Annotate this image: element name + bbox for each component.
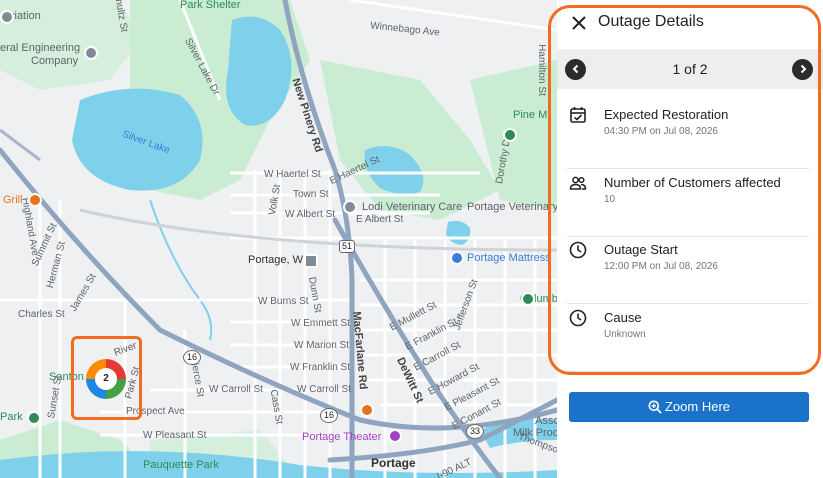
calendar-check-icon (570, 107, 586, 123)
map-label-portage-mattress: Portage Mattress (467, 252, 551, 264)
map-label-town-st: Town St (293, 189, 329, 200)
map-label-haertel: W Haertel St (264, 169, 321, 180)
outage-pager: 1 of 2 (557, 49, 823, 89)
detail-outage-start: Outage Start 12:00 PM on Jul 08, 2026 (567, 237, 809, 304)
zoom-here-label: Zoom Here (664, 399, 731, 414)
restaurant-pin-icon[interactable] (360, 403, 374, 417)
detail-value: Unknown (604, 329, 646, 340)
outage-cluster-marker[interactable]: 2 (86, 359, 126, 399)
restaurant-pin-icon[interactable] (28, 193, 42, 207)
poi-pin-icon[interactable] (0, 10, 14, 24)
shopping-pin-icon[interactable] (450, 251, 464, 265)
map-label-hamilton: Hamilton St (535, 44, 547, 96)
park-pin-icon[interactable] (27, 411, 41, 425)
zoom-here-button[interactable]: Zoom Here (569, 392, 809, 422)
map-label-engineering: eral Engineering (0, 42, 81, 54)
detail-label: Number of Customers affected (604, 175, 781, 190)
highway-shield-16: 16 (183, 350, 202, 365)
outage-details-panel: Outage Details 1 of 2 Expected Restorati… (548, 0, 823, 478)
detail-customers-affected: Number of Customers affected 10 (567, 170, 809, 237)
map-label-carroll-2: W Carroll St (297, 384, 351, 395)
outage-cluster-count: 2 (95, 368, 117, 390)
map-label-charles: Charles St (18, 309, 65, 320)
chevron-right-icon (800, 64, 806, 74)
clock-icon (569, 241, 587, 259)
transit-pin-icon[interactable] (304, 254, 318, 268)
detail-label: Cause (604, 310, 642, 325)
map-label-asso: Asso (535, 415, 557, 427)
panel-header: Outage Details (557, 0, 823, 48)
theater-pin-icon[interactable] (388, 429, 402, 443)
highway-shield-33: 33 (466, 424, 485, 439)
park-pin-icon[interactable] (521, 292, 535, 306)
map-label-park: Park (0, 411, 23, 423)
detail-value: 12:00 PM on Jul 08, 2026 (604, 261, 718, 272)
detail-label: Expected Restoration (604, 107, 729, 122)
map[interactable]: viation eral Engineering Company Schultz… (0, 0, 557, 478)
map-label-portage-vet: Portage Veterinary (467, 201, 557, 213)
next-outage-button[interactable] (792, 59, 813, 80)
panel-title: Outage Details (598, 13, 704, 30)
poi-pin-icon[interactable] (84, 46, 98, 60)
map-label-emmett: W Emmett St (291, 318, 350, 329)
map-label-pauquette: Pauquette Park (143, 459, 219, 471)
map-label-burns: W Burns St (258, 296, 309, 307)
map-label-portage-theater: Portage Theater (302, 431, 382, 443)
highway-shield-51: 51 (339, 240, 356, 253)
detail-label: Outage Start (604, 242, 678, 257)
map-label-lodi-vet: Lodi Veterinary Care (362, 201, 463, 213)
clock-icon (569, 309, 587, 327)
map-label-portage: Portage (371, 456, 416, 470)
map-label-franklin: W Franklin St (290, 362, 351, 373)
map-label-company: Company (31, 55, 79, 67)
detail-value: 04:30 PM on Jul 08, 2026 (604, 126, 718, 137)
zoom-in-icon (648, 400, 662, 414)
map-label-portage-wi: Portage, WI (248, 254, 307, 266)
highway-shield-16b: 16 (320, 408, 339, 423)
map-label-marion: W Marion St (294, 340, 350, 351)
map-label-w-pleasant: W Pleasant St (143, 430, 207, 441)
detail-cause: Cause Unknown (567, 305, 809, 372)
map-label-albert: W Albert St (285, 209, 336, 220)
map-label-carroll: W Carroll St (209, 384, 263, 395)
poi-pin-icon[interactable] (343, 200, 357, 214)
detail-expected-restoration: Expected Restoration 04:30 PM on Jul 08,… (567, 102, 809, 169)
people-icon (569, 176, 587, 190)
map-label-pine-m: Pine M (513, 109, 548, 121)
pager-text: 1 of 2 (672, 61, 708, 77)
map-label-e-albert: E Albert St (356, 214, 404, 225)
park-pin-icon[interactable] (503, 128, 517, 142)
map-label-park-shelter: Park Shelter (180, 0, 241, 11)
close-icon[interactable] (569, 12, 589, 34)
detail-value: 10 (604, 194, 616, 205)
